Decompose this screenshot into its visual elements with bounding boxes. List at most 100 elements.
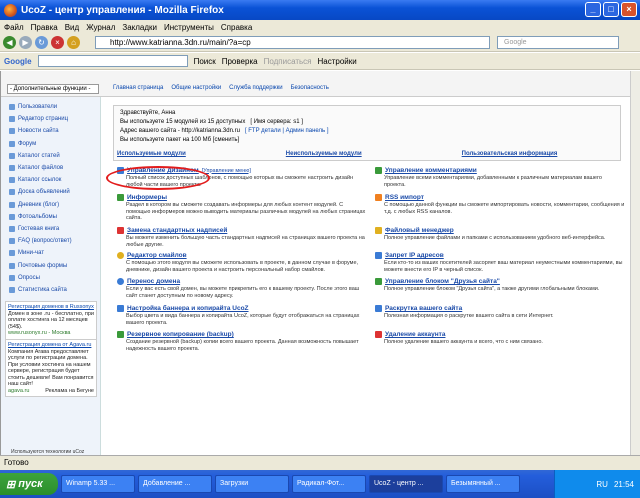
informer-icon	[117, 194, 124, 201]
back-icon[interactable]: ◀	[3, 36, 16, 49]
menu-view[interactable]: Вид	[65, 23, 79, 32]
menu-history[interactable]: Журнал	[86, 23, 115, 32]
maximize-button[interactable]: □	[603, 2, 619, 17]
folder-icon	[375, 227, 382, 234]
tab-user-info[interactable]: Пользовательская информация	[462, 151, 558, 157]
google-toolbar: Google Поиск Проверка Подписаться Настро…	[0, 53, 640, 70]
sidebar-item-faq[interactable]: FAQ (вопрос/ответ)	[1, 235, 100, 247]
menu-bookmarks[interactable]: Закладки	[122, 23, 157, 32]
minimize-button[interactable]: _	[585, 2, 601, 17]
greeting: Здравствуйте, Анна	[120, 110, 176, 116]
mail-icon	[9, 262, 15, 269]
sidebar-item-page-editor[interactable]: Редактор страниц	[1, 113, 100, 125]
sidebar-item-files[interactable]: Каталог файлов	[1, 162, 100, 174]
module-delete-account[interactable]: Удаление аккаунта Полное удаление вашего…	[375, 331, 625, 346]
sidebar-item-minichat[interactable]: Мини-чат	[1, 247, 100, 259]
ad1-title-link[interactable]: Регистрация доменов в Russonyx	[8, 304, 94, 310]
module-ip-ban[interactable]: Запрет IP адресов Если кто-то из ваших п…	[375, 252, 625, 273]
security-link[interactable]: Безопасность	[291, 85, 329, 91]
menu-manage-link[interactable]: [Управление меню]	[202, 168, 251, 174]
tab-used-modules[interactable]: Используемые модули	[117, 151, 186, 157]
extra-functions-select[interactable]: - Дополнительные функции -	[7, 84, 99, 94]
sidebar-item-polls[interactable]: Опросы	[1, 272, 100, 284]
module-rss[interactable]: RSS импорт С помощью данной функции вы с…	[375, 194, 625, 215]
site-address: Адрес вашего сайта - http://katrianna.3d…	[120, 128, 240, 134]
home-icon[interactable]: ⌂	[67, 36, 80, 49]
sidebar-item-stats[interactable]: Статистика сайта	[1, 284, 100, 296]
clock: 21:54	[613, 479, 634, 489]
module-domain[interactable]: Перенос домена Если у вас есть свой доме…	[117, 278, 367, 299]
google-check-button[interactable]: Проверка	[222, 57, 258, 66]
system-tray: RU 21:54	[554, 470, 640, 498]
menu-edit[interactable]: Правка	[31, 23, 58, 32]
menu-bar: Файл Правка Вид Журнал Закладки Инструме…	[0, 20, 640, 34]
stop-icon[interactable]: ×	[51, 36, 64, 49]
friends-icon	[375, 278, 382, 285]
menu-tools[interactable]: Инструменты	[164, 23, 214, 32]
google-search-button[interactable]: Поиск	[194, 57, 216, 66]
close-button[interactable]: ×	[621, 2, 637, 17]
task-ucoz[interactable]: UcoZ - центр ...	[369, 475, 443, 493]
search-input[interactable]: Google	[497, 36, 619, 49]
ftp-admin-links[interactable]: [ FTP детали | Админ панель ]	[245, 128, 329, 134]
globe-icon	[117, 278, 124, 285]
support-link[interactable]: Служба поддержки	[229, 85, 282, 91]
module-smiles[interactable]: Редактор смайлов С помощью этого модуля …	[117, 252, 367, 273]
google-settings-button[interactable]: Настройки	[318, 57, 357, 66]
ad2-text: Компания Агава предоставляет услуги по р…	[8, 348, 94, 388]
poll-icon	[9, 274, 15, 281]
task-downloads[interactable]: Загрузки	[215, 475, 289, 493]
sidebar-item-links[interactable]: Каталог ссылок	[1, 174, 100, 186]
banner-icon	[117, 305, 124, 312]
address-bar[interactable]: http://www.katrianna.3dn.ru/main/?a=cp	[95, 36, 490, 49]
ad2-footer[interactable]: Реклама на Бегуне	[45, 388, 94, 395]
sidebar-item-guestbook[interactable]: Гостевая книга	[1, 223, 100, 235]
rss-icon	[375, 194, 382, 201]
ad-block-2: Регистрация домена от Agava.ru Компания …	[5, 339, 97, 397]
task-radikal[interactable]: Радикал-Фот...	[292, 475, 366, 493]
language-indicator[interactable]: RU	[596, 480, 608, 489]
window-controls: _ □ ×	[585, 2, 637, 17]
board-icon	[9, 189, 15, 196]
sidebar-item-board[interactable]: Доска объявлений	[1, 186, 100, 198]
task-add[interactable]: Добавление ...	[138, 475, 212, 493]
sidebar-item-news[interactable]: Новости сайта	[1, 125, 100, 137]
google-search-input[interactable]	[37, 55, 188, 67]
ip-ban-icon	[375, 252, 382, 259]
task-winamp[interactable]: Winamp 5.33 ...	[61, 475, 135, 493]
module-file-manager[interactable]: Файловый менеджер Полное управление файл…	[375, 227, 625, 242]
module-comments[interactable]: Управление комментариями Управление всем…	[375, 167, 625, 188]
page-content: - Дополнительные функции - Главная стран…	[0, 71, 631, 455]
vertical-scrollbar[interactable]	[630, 71, 640, 455]
menu-help[interactable]: Справка	[221, 23, 252, 32]
status-bar: Готово	[0, 455, 640, 470]
module-friends-block[interactable]: Управление блоком "Друзья сайта" Полное …	[375, 278, 625, 293]
reload-icon[interactable]: ↻	[35, 36, 48, 49]
sidebar-item-mail-forms[interactable]: Почтовые формы	[1, 259, 100, 271]
google-subscribe-button[interactable]: Подписаться	[264, 57, 312, 66]
settings-link[interactable]: Общие настройки	[171, 85, 221, 91]
ad1-url[interactable]: www.rusonyx.ru - Москва	[8, 330, 70, 336]
module-promotion[interactable]: Раскрутка вашего сайта Полезная информац…	[375, 305, 625, 320]
sidebar-item-forum[interactable]: Форум	[1, 138, 100, 150]
ad2-title-link[interactable]: Регистрация домена от Agava.ru	[8, 342, 91, 348]
sidebar-item-articles[interactable]: Каталог статей	[1, 150, 100, 162]
module-backup[interactable]: Резервное копирование (backup) Создание …	[117, 331, 367, 352]
sidebar-item-blog[interactable]: Дневник (блог)	[1, 199, 100, 211]
module-banner[interactable]: Настройка баннера и копирайта UcoZ Выбор…	[117, 305, 367, 326]
module-replace-labels[interactable]: Замена стандартных надписей Вы можете из…	[117, 227, 367, 248]
tab-unused-modules[interactable]: Неиспользуемые модули	[286, 151, 362, 157]
menu-file[interactable]: Файл	[4, 23, 24, 32]
ad2-url[interactable]: agava.ru	[8, 388, 29, 394]
task-untitled[interactable]: Безымянный ...	[446, 475, 520, 493]
windows-flag-icon: ⊞	[6, 478, 16, 491]
chat-icon	[9, 250, 15, 257]
ad1-text: Домен в зоне .ru - бесплатно, при оплате…	[8, 310, 94, 330]
forward-icon[interactable]: ▶	[19, 36, 32, 49]
home-link[interactable]: Главная страница	[113, 85, 163, 91]
blog-icon	[9, 201, 15, 208]
start-button[interactable]: ⊞ пуск	[0, 473, 58, 495]
module-informers[interactable]: Информеры Раздел в котором вы сможете со…	[117, 194, 367, 222]
sidebar-item-photos[interactable]: Фотоальбомы	[1, 211, 100, 223]
sidebar-item-users[interactable]: Пользователи	[1, 101, 100, 113]
